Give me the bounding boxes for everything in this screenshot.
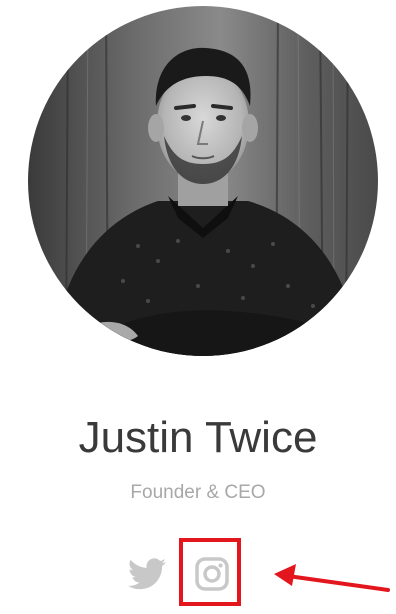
twitter-link[interactable] [128, 558, 166, 590]
profile-photo [28, 6, 378, 356]
annotation-arrow-icon [274, 564, 390, 592]
annotation-highlight-box [179, 538, 241, 606]
member-role: Founder & CEO [130, 482, 266, 503]
profile-photo-image [28, 6, 378, 356]
team-member-card: Justin Twice Founder & CEO [0, 0, 396, 614]
twitter-icon [128, 558, 166, 590]
member-name: Justin Twice [78, 413, 318, 462]
